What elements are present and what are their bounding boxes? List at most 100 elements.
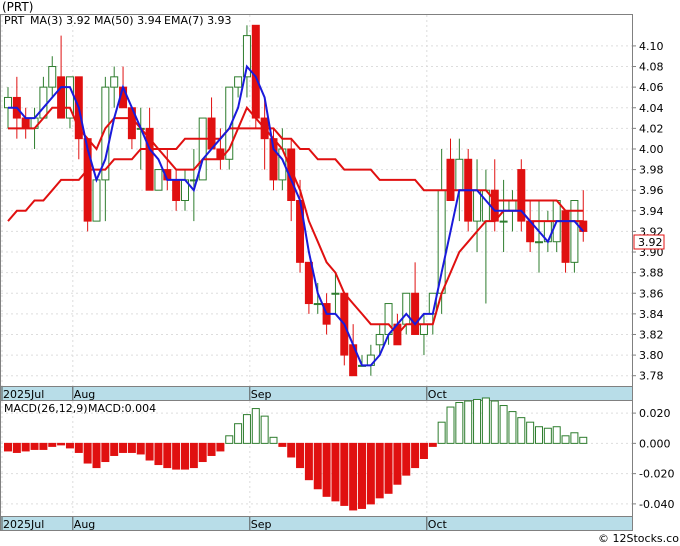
price-tick-label: 3.96 <box>639 184 664 197</box>
candle-up <box>4 96 12 109</box>
macd-bar-negative <box>349 442 358 511</box>
candle-up <box>313 303 322 306</box>
macd-bar-negative <box>428 442 437 447</box>
candle-up <box>402 292 411 325</box>
price-ticks: 4.10 4.08 4.06 4.04 4.02 4.00 3.98 3.96 3.94 3.92… <box>632 40 664 383</box>
candle-up <box>437 189 446 294</box>
macd-bar-negative <box>136 442 145 455</box>
candle-down <box>490 189 499 222</box>
macd-bar-positive <box>234 423 243 444</box>
candle-down <box>561 210 570 263</box>
macd-bar-positive <box>242 414 251 444</box>
macd-bar-negative <box>358 442 366 509</box>
price-tick-label: 4.02 <box>639 122 664 135</box>
macd-bar-positive <box>579 436 588 444</box>
macd-ticks: 0.020 0.000 -0.020 -0.040 <box>632 407 674 511</box>
candle-down <box>446 158 455 201</box>
macd-tick-label: 0.020 <box>639 407 671 420</box>
macd-bar-negative <box>30 442 39 450</box>
candle-up <box>455 158 464 191</box>
price-tick-label: 3.82 <box>639 328 664 341</box>
price-tick-label: 4.06 <box>639 81 664 94</box>
date-label: 2025Jul <box>3 518 44 531</box>
candle-down <box>207 117 216 150</box>
date-label: Oct <box>428 388 448 401</box>
macd-bar-negative <box>322 442 331 497</box>
date-label: Aug <box>74 518 95 531</box>
price-tick-label: 3.88 <box>639 267 664 280</box>
macd-bar-negative <box>411 442 420 469</box>
candle-down <box>304 261 313 305</box>
candle-up <box>234 76 243 88</box>
macd-bar-positive <box>481 397 490 444</box>
macd-bar-negative <box>101 442 110 463</box>
macd-bar-negative <box>393 442 402 485</box>
macd-bar-negative <box>216 442 225 452</box>
macd-bar-negative <box>57 442 66 446</box>
candle-up <box>48 66 57 88</box>
macd-value: MACD:0.004 <box>88 402 156 415</box>
price-tick-label: 3.78 <box>639 370 664 383</box>
macd-bar-positive <box>464 400 473 444</box>
macd-bar-negative <box>207 442 216 456</box>
macd-bar-positive <box>535 426 543 444</box>
macd-bar-negative <box>21 442 30 452</box>
candle-up <box>535 241 543 244</box>
macd-bar-positive <box>526 421 535 444</box>
macd-bar-negative <box>127 442 136 453</box>
candle-down <box>172 179 181 201</box>
candle-up <box>375 333 384 346</box>
macd-bar-positive <box>508 411 517 444</box>
last-price-tag: 3.92 <box>633 234 665 250</box>
macd-bar-positive <box>260 415 269 444</box>
macd-bar-positive <box>437 421 446 444</box>
macd-bar-positive <box>473 398 482 444</box>
macd-bar-negative <box>296 442 305 469</box>
legend-ma50: MA(50) 3.94 <box>94 14 162 27</box>
price-tick-label: 3.86 <box>639 287 664 300</box>
macd-bar-negative <box>172 442 181 470</box>
price-tick-label: 4.08 <box>639 61 664 74</box>
macd-bar-positive <box>543 427 552 444</box>
price-tick-label: 3.84 <box>639 308 664 321</box>
macd-bar-negative <box>119 442 128 453</box>
candle-up <box>508 200 517 212</box>
candle-down <box>411 292 420 335</box>
candle-up <box>384 303 393 335</box>
macd-bar-negative <box>65 442 74 449</box>
candle-up <box>39 86 48 119</box>
macd-bar-negative <box>419 442 428 459</box>
macd-bar-negative <box>340 442 349 506</box>
macd-bar-positive <box>446 406 455 444</box>
price-tick-label: 3.94 <box>639 205 664 218</box>
macd-bar-negative <box>375 442 384 499</box>
macd-bar-positive <box>225 435 234 444</box>
macd-bar-negative <box>278 442 287 447</box>
macd-bar-negative <box>74 442 83 453</box>
macd-bar-negative <box>4 442 12 452</box>
macd-bar-negative <box>92 442 101 469</box>
date-label: Sep <box>251 518 272 531</box>
macd-bar-positive <box>269 436 278 444</box>
candle-up <box>481 189 490 222</box>
macd-bar-negative <box>163 442 172 469</box>
date-label: Sep <box>251 388 272 401</box>
macd-tick-label: 0.000 <box>639 437 671 450</box>
macd-bar-negative <box>198 442 207 463</box>
macd-bar-positive <box>499 405 508 444</box>
macd-bar-positive <box>517 417 526 444</box>
macd-title: MACD(26,12,9) <box>4 402 88 415</box>
macd-bar-negative <box>110 442 119 456</box>
macd-bar-negative <box>12 442 21 453</box>
candle-up <box>473 189 482 222</box>
legend-ma3: MA(3) 3.92 <box>30 14 91 27</box>
macd-bar-negative <box>189 442 198 469</box>
price-tick-label: 4.04 <box>639 102 664 115</box>
macd-bar-positive <box>570 432 579 444</box>
macd-bar-negative <box>154 442 163 466</box>
macd-bar-negative <box>39 442 48 450</box>
macd-bar-negative <box>48 442 57 447</box>
candle-down <box>251 24 260 119</box>
price-tick-label: 4.00 <box>639 143 664 156</box>
watermark: © 12Stocks.com <box>598 532 680 545</box>
